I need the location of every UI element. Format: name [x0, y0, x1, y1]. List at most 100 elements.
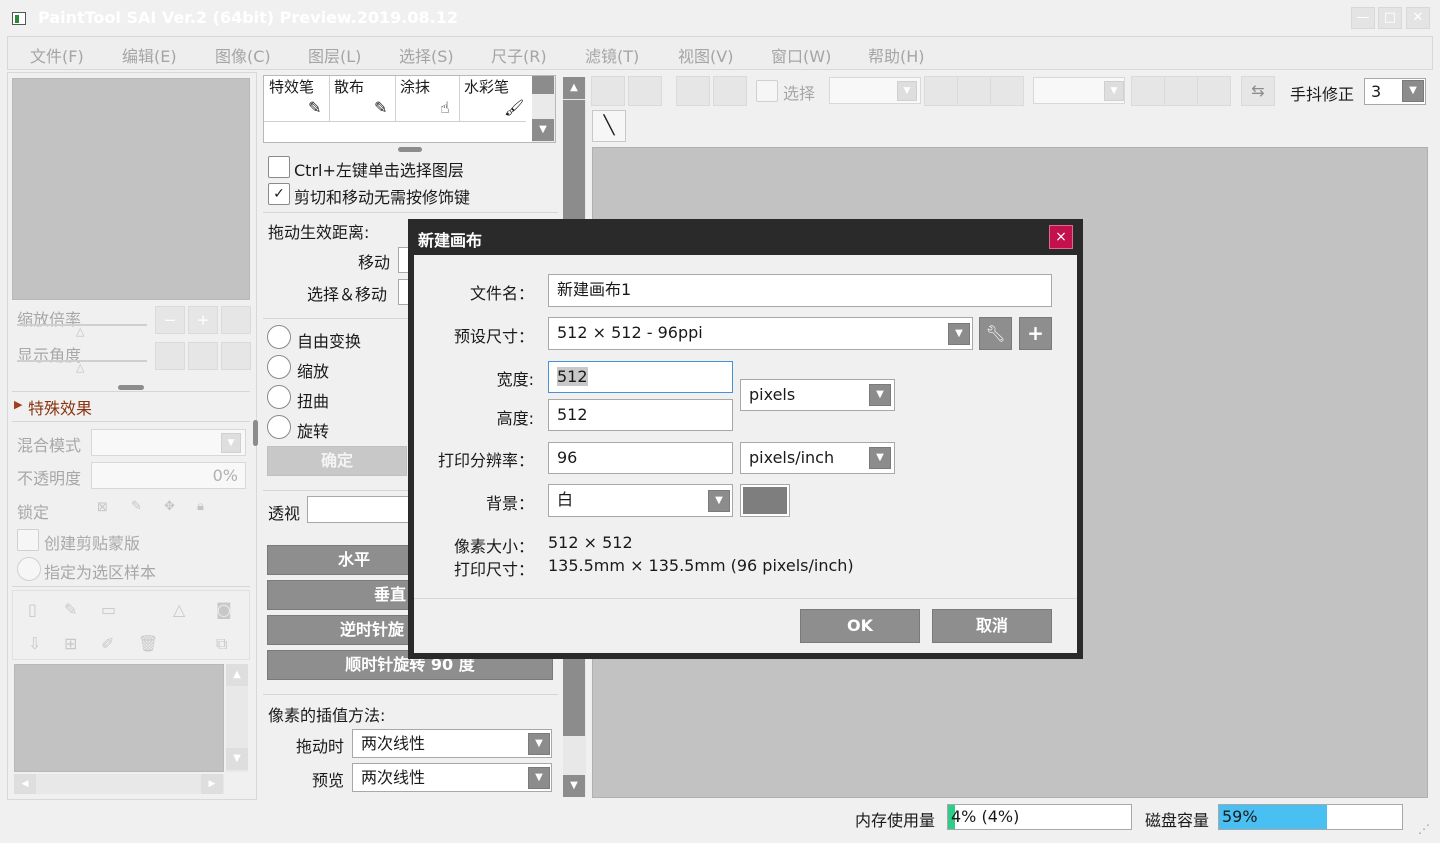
zoom-slider-handle[interactable]: △ [76, 325, 84, 338]
left-splitter-handle[interactable] [253, 420, 258, 446]
filename-input[interactable]: 新建画布1 [548, 274, 1052, 307]
dialog-close-button[interactable]: × [1049, 225, 1073, 249]
cut-move-checkbox[interactable]: ✓ [268, 183, 290, 205]
redo-button[interactable] [628, 76, 662, 106]
layer-list-hscrollbar[interactable] [14, 774, 224, 794]
brush-slot[interactable]: 涂抹 ☝ [396, 76, 460, 122]
close-button[interactable]: ✕ [1406, 7, 1430, 29]
apply-mask-icon[interactable]: ◙ [216, 600, 232, 619]
perspective-field[interactable] [307, 496, 412, 523]
effects-label[interactable]: 特殊效果 [28, 395, 92, 419]
scroll-up-icon[interactable]: ▲ [226, 664, 248, 686]
maximize-button[interactable]: □ [1378, 7, 1402, 29]
zoom-out-button[interactable]: − [155, 306, 185, 334]
chevron-down-icon[interactable]: ▼ [221, 433, 241, 453]
new-vector-layer-icon[interactable]: ✎ [64, 600, 77, 619]
zoom-reset-button[interactable] [221, 306, 251, 334]
ctrl-select-checkbox[interactable] [268, 156, 290, 178]
menu-filter[interactable]: 滤镜(T) [585, 43, 639, 67]
rotate-radio[interactable] [267, 415, 291, 439]
clip-mask-checkbox[interactable] [17, 529, 39, 551]
rotate-reset-tool-button[interactable] [1197, 76, 1231, 106]
layer-list[interactable] [14, 664, 224, 772]
expand-arrow-icon[interactable]: ▶ [14, 398, 22, 411]
flip-horizontal-button[interactable]: 水平 [267, 545, 412, 575]
selection-checkbox[interactable] [756, 80, 778, 102]
height-input[interactable]: 512 [548, 399, 733, 431]
menu-ruler[interactable]: 尺子(R) [491, 43, 547, 67]
free-transform-radio[interactable] [267, 325, 291, 349]
selection-sample-radio[interactable] [17, 557, 41, 581]
menu-help[interactable]: 帮助(H) [868, 43, 925, 67]
menu-select[interactable]: 选择(S) [399, 43, 454, 67]
palette-splitter-handle[interactable] [398, 147, 422, 152]
scroll-down-icon[interactable]: ▼ [532, 119, 554, 141]
background-select[interactable]: 白 [548, 484, 733, 517]
trash-icon[interactable]: 🗑︎ [138, 634, 158, 653]
lock-pixels-icon[interactable]: ⊠ [97, 500, 108, 515]
scroll-down-icon[interactable]: ▼ [563, 775, 585, 797]
rotate-reset-button[interactable] [221, 342, 251, 370]
zoom-in-button[interactable]: + [188, 306, 218, 334]
scale-radio[interactable] [267, 355, 291, 379]
transform-ok-button[interactable]: 确定 [267, 446, 407, 476]
scroll-left-icon[interactable]: ◀ [14, 774, 36, 794]
brush-slot[interactable]: 散布 ✎ [330, 76, 396, 122]
brush-slot[interactable]: 水彩笔 🖌︎ [460, 76, 526, 122]
rotate-left-button[interactable] [155, 342, 185, 370]
brush-slot[interactable]: 特效笔 ✎ [264, 76, 330, 122]
background-color-swatch[interactable] [740, 484, 790, 517]
menu-image[interactable]: 图像(C) [215, 43, 271, 67]
invert-selection-button[interactable] [713, 76, 747, 106]
scroll-up-icon[interactable]: ▲ [563, 77, 585, 99]
drag-interp-select[interactable]: 两次线性 [352, 729, 552, 758]
chevron-down-icon[interactable]: ▼ [869, 384, 891, 406]
new-layer-icon[interactable]: ▯ [28, 600, 37, 619]
panel-splitter-handle[interactable] [118, 385, 144, 390]
navigator-preview[interactable] [12, 78, 250, 300]
new-folder-icon[interactable]: ▭ [101, 600, 116, 619]
scroll-down-icon[interactable]: ▼ [226, 748, 248, 770]
width-input[interactable]: 512 [548, 361, 733, 393]
menu-view[interactable]: 视图(V) [678, 43, 733, 67]
cancel-button[interactable]: 取消 [932, 609, 1052, 643]
rotate-ccw-tool-button[interactable] [1131, 76, 1165, 106]
chevron-down-icon[interactable]: ▼ [528, 733, 550, 755]
preview-interp-select[interactable]: 两次线性 [352, 763, 552, 792]
chevron-down-icon[interactable]: ▼ [869, 447, 891, 469]
zoom-fit-tool-button[interactable] [990, 76, 1024, 106]
flip-vertical-button[interactable]: 垂直 [267, 580, 412, 610]
plus-icon[interactable]: + [1019, 317, 1052, 350]
minimize-button[interactable]: — [1351, 7, 1375, 29]
duplicate-icon[interactable]: ⧉ [216, 634, 227, 654]
clear-layer-icon[interactable]: ✐ [101, 634, 114, 653]
lock-paint-icon[interactable]: ✎ [131, 499, 142, 514]
opacity-field[interactable]: 0% [91, 462, 246, 489]
line-tool-icon[interactable]: ╲ [592, 110, 626, 142]
ok-button[interactable]: OK [800, 609, 920, 643]
merge-down-icon[interactable]: ⊞ [64, 634, 77, 653]
deselect-button[interactable] [676, 76, 710, 106]
chevron-down-icon[interactable]: ▼ [948, 323, 970, 345]
zoom-in-tool-button[interactable] [957, 76, 991, 106]
angle-slider-handle[interactable]: △ [76, 361, 84, 374]
rotate-right-button[interactable] [188, 342, 218, 370]
resize-grip-icon[interactable]: ⋰ [1418, 822, 1430, 836]
chevron-down-icon[interactable]: ▼ [1104, 81, 1124, 101]
resolution-input[interactable]: 96 [548, 442, 733, 474]
menu-window[interactable]: 窗口(W) [771, 43, 831, 67]
layer-mask-icon[interactable]: △ [173, 600, 185, 619]
chevron-down-icon[interactable]: ▼ [528, 767, 550, 789]
brush-scroll-thumb[interactable] [532, 76, 554, 94]
distort-radio[interactable] [267, 385, 291, 409]
zoom-out-tool-button[interactable] [924, 76, 958, 106]
rotate-ccw-button[interactable]: 逆时针旋 [267, 615, 412, 645]
chevron-down-icon[interactable]: ▼ [708, 490, 730, 512]
lock-move-icon[interactable]: ✥ [164, 499, 175, 514]
chevron-down-icon[interactable]: ▼ [1402, 80, 1424, 102]
transfer-down-icon[interactable]: ⇩ [28, 634, 41, 653]
wrench-icon[interactable]: 🔧︎ [979, 317, 1012, 350]
menu-file[interactable]: 文件(F) [30, 43, 84, 67]
rotate-cw-tool-button[interactable] [1164, 76, 1198, 106]
chevron-down-icon[interactable]: ▼ [897, 81, 917, 101]
